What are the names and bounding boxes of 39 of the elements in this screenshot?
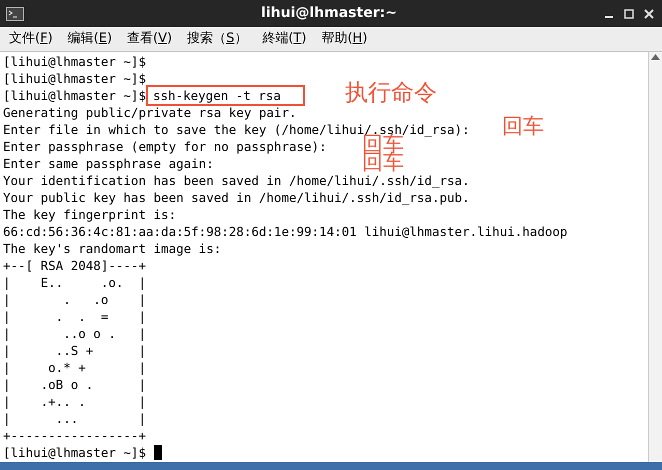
annotation-text: 回车 xyxy=(362,152,404,173)
terminal-icon xyxy=(6,6,24,20)
output-line: | E.. .o. | xyxy=(3,275,146,290)
output-line: | ..o o . | xyxy=(3,326,146,341)
output-line: The key's randomart image is: xyxy=(3,241,222,256)
menu-item[interactable]: 查看(V) xyxy=(126,29,174,49)
output-line: | . .o | xyxy=(3,292,146,307)
command-text: ssh-keygen -t rsa xyxy=(148,87,303,104)
output-line: | .oB o . | xyxy=(3,377,146,392)
output-line: The key fingerprint is: xyxy=(3,207,176,222)
menu-item[interactable]: 帮助(H) xyxy=(320,29,368,49)
menu-item[interactable]: 終端(T) xyxy=(261,29,308,49)
output-line: Your public key has been saved in /home/lihui/.ssh/id_rsa.pub. xyxy=(3,190,470,205)
scroll-up-icon[interactable] xyxy=(651,54,660,60)
window-title: lihui@lhmaster:~ xyxy=(261,4,397,23)
maximize-icon[interactable] xyxy=(624,8,634,18)
output-line: Generating public/private rsa key pair. xyxy=(3,105,296,120)
annotation-text: 执行命令 xyxy=(345,82,437,105)
output-line: | .+.. . | xyxy=(3,394,146,409)
close-icon[interactable] xyxy=(644,8,654,18)
output-line: Enter passphrase (empty for no passphrase): xyxy=(3,139,327,154)
output-line: | ... | xyxy=(3,411,146,426)
menu-item[interactable]: 编辑(E) xyxy=(66,29,114,49)
output-line: 66:cd:56:36:4c:81:aa:da:5f:98:28:6d:1e:99:14:01 lihui@lhmaster.lihui.hadoop xyxy=(3,224,568,239)
output-line: | o.* + | xyxy=(3,360,146,375)
output-line: | ..S + | xyxy=(3,343,146,358)
menu-item[interactable]: 文件(F) xyxy=(8,29,54,49)
scrollbar[interactable] xyxy=(648,52,662,462)
shell-prompt: [lihui@lhmaster ~]$ xyxy=(3,70,146,87)
output-line: +--[ RSA 2048]----+ xyxy=(3,258,146,273)
menu-item[interactable]: 搜索（S） xyxy=(186,29,248,49)
shell-prompt: [lihui@lhmaster ~]$ xyxy=(3,444,146,461)
output-line: +-----------------+ xyxy=(3,428,146,443)
shell-prompt: [lihui@lhmaster ~]$ xyxy=(3,53,146,70)
annotation-text: 回车 xyxy=(502,116,544,137)
shell-prompt: [lihui@lhmaster ~]$ xyxy=(3,87,146,104)
output-line: Your identification has been saved in /home/lihui/.ssh/id_rsa. xyxy=(3,173,470,188)
output-line: Enter same passphrase again: xyxy=(3,156,214,171)
output-line: | . . = | xyxy=(3,309,146,324)
